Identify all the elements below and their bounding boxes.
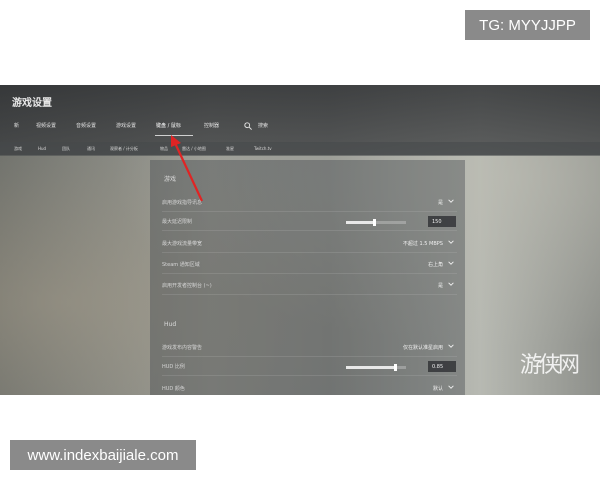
slider-handle[interactable] — [394, 364, 398, 371]
chevron-down-icon[interactable] — [448, 239, 454, 245]
setting-label: 最大延迟限制 — [162, 219, 193, 225]
tab-audio[interactable]: 音频设置 — [76, 122, 96, 129]
setting-row[interactable]: HUD 颜色 默认 — [162, 381, 457, 395]
tab-controller[interactable]: 控制器 — [204, 122, 219, 129]
chevron-down-icon[interactable] — [448, 260, 454, 266]
tab-keyboard-mouse[interactable]: 键盘 / 鼠标 — [156, 122, 181, 129]
setting-value: 是 — [437, 200, 443, 206]
subtab-comms[interactable]: 通讯 — [87, 146, 95, 152]
setting-label: HUD 颜色 — [162, 386, 185, 392]
setting-label: 启用开发者控制台 (~) — [162, 283, 212, 289]
tab-new[interactable]: 新 — [14, 122, 19, 129]
latency-input[interactable]: 150 — [428, 216, 456, 227]
hud-scale-input[interactable]: 0.85 — [428, 361, 456, 372]
setting-label: HUD 比例 — [162, 364, 185, 370]
setting-label: 最大游戏流量带宽 — [162, 241, 203, 247]
setting-value: 右上角 — [427, 262, 443, 268]
url-badge: www.indexbaijiale.com — [10, 440, 196, 470]
tab-search[interactable]: 搜索 — [258, 122, 268, 129]
tg-badge: TG: MYYJJPP — [465, 10, 590, 40]
top-bar: 游戏设置 新 视频设置 音频设置 游戏设置 键盘 / 鼠标 控制器 搜索 游戏 … — [0, 85, 600, 156]
slider-handle[interactable] — [373, 219, 377, 226]
search-icon[interactable] — [244, 122, 252, 130]
tab-game[interactable]: 游戏设置 — [116, 122, 136, 129]
subtab-spectator[interactable]: 观察者 / 计分板 — [110, 146, 138, 152]
setting-value: 不超过 1.5 MBPS — [402, 241, 443, 247]
setting-row: HUD 比例 0.85 — [162, 359, 457, 376]
setting-row: 最大延迟限制 150 — [162, 214, 457, 231]
main-tabs: 新 视频设置 音频设置 游戏设置 键盘 / 鼠标 控制器 搜索 — [0, 122, 600, 136]
setting-row[interactable]: Steam 通知区域 右上角 — [162, 257, 457, 274]
tab-video[interactable]: 视频设置 — [36, 122, 56, 129]
page-title: 游戏设置 — [12, 98, 52, 109]
subtab-items[interactable]: 物品 — [160, 146, 168, 152]
sub-tabs: 游戏 Hud 团队 通讯 观察者 / 计分板 物品 雷达 / 小地图 准星 Tw… — [0, 142, 600, 156]
arrow-shaft — [174, 142, 203, 202]
subtab-crosshair[interactable]: 准星 — [226, 146, 234, 152]
game-settings-screen: 游戏设置 新 视频设置 音频设置 游戏设置 键盘 / 鼠标 控制器 搜索 游戏 … — [0, 85, 600, 395]
annotation-arrow — [171, 135, 203, 202]
section-title-hud: Hud — [164, 321, 177, 328]
setting-label: 游戏发布内容警告 — [162, 345, 203, 351]
setting-value: 仅在默认准星启用 — [402, 345, 443, 351]
slider-fill — [346, 366, 396, 369]
setting-value: 默认 — [432, 386, 443, 392]
chevron-down-icon[interactable] — [448, 281, 454, 287]
chevron-down-icon[interactable] — [448, 384, 454, 390]
subtab-team[interactable]: 团队 — [62, 146, 70, 152]
setting-row[interactable]: 游戏发布内容警告 仅在默认准星启用 — [162, 340, 457, 357]
latency-slider[interactable] — [346, 219, 406, 226]
hud-scale-slider[interactable] — [346, 364, 406, 371]
watermark-logo: 游侠网 — [520, 353, 580, 378]
subtab-game[interactable]: 游戏 — [14, 146, 22, 152]
chevron-down-icon[interactable] — [448, 198, 454, 204]
chevron-down-icon[interactable] — [448, 343, 454, 349]
subtab-twitch[interactable]: Twitch.tv — [254, 146, 272, 151]
setting-label: Steam 通知区域 — [162, 262, 200, 268]
subtab-hud[interactable]: Hud — [38, 146, 46, 151]
slider-fill — [346, 221, 375, 224]
setting-row[interactable]: 最大游戏流量带宽 不超过 1.5 MBPS — [162, 236, 457, 253]
setting-row[interactable]: 启用开发者控制台 (~) 是 — [162, 278, 457, 295]
setting-value: 是 — [437, 283, 443, 289]
